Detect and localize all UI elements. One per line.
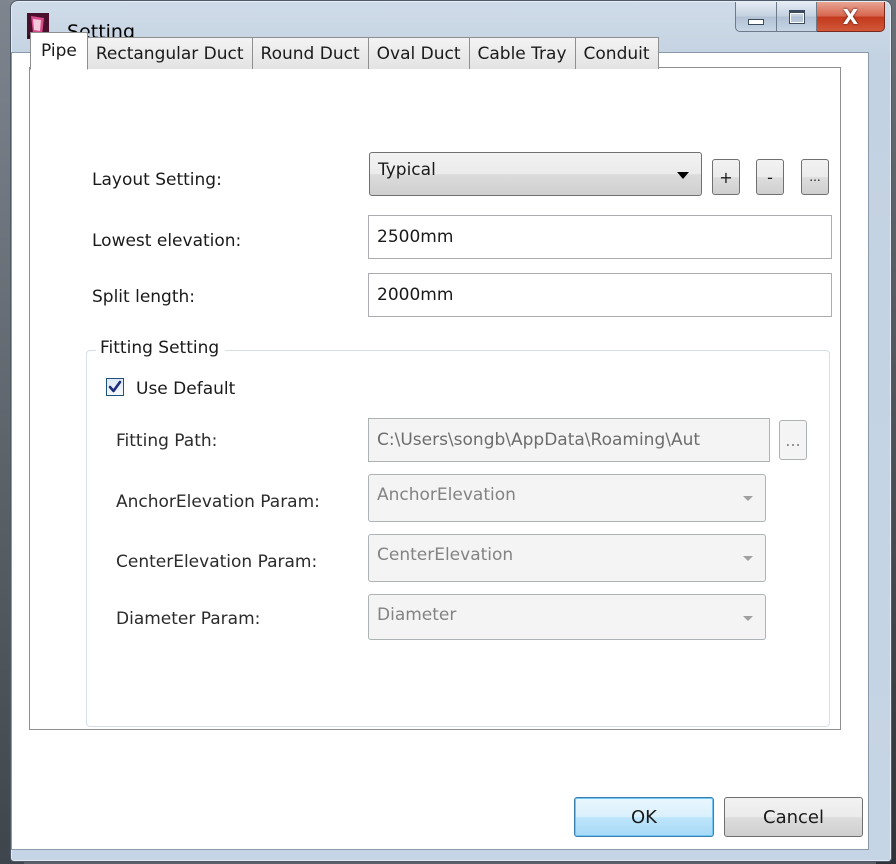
anchor-elevation-select[interactable]: AnchorElevation [368, 474, 766, 522]
checkmark-icon [108, 380, 122, 393]
add-layout-button[interactable]: + [712, 159, 740, 195]
minimize-button[interactable] [735, 2, 777, 32]
layout-setting-value: Typical [378, 160, 436, 180]
caption-buttons: X [735, 2, 885, 34]
maximize-icon [788, 9, 805, 24]
tab-cable-tray[interactable]: Cable Tray [468, 37, 576, 69]
cancel-button[interactable]: Cancel [724, 797, 863, 837]
center-elevation-label: CenterElevation Param: [116, 552, 318, 572]
diameter-label: Diameter Param: [116, 609, 261, 629]
chevron-down-icon [677, 172, 689, 179]
tab-strip: Pipe Rectangular Duct Round Duct Oval Du… [30, 32, 659, 70]
close-icon: X [842, 4, 859, 29]
lowest-elevation-input[interactable]: 2500mm [368, 215, 832, 259]
center-elevation-select[interactable]: CenterElevation [368, 534, 766, 582]
center-elevation-value: CenterElevation [377, 545, 514, 565]
chevron-down-icon [743, 496, 753, 501]
layout-setting-select[interactable]: Typical [369, 152, 702, 196]
lowest-elevation-label: Lowest elevation: [92, 231, 242, 251]
more-layout-button[interactable]: ... [801, 159, 829, 195]
chevron-down-icon [743, 556, 753, 561]
fitting-path-input[interactable]: C:\Users\songb\AppData\Roaming\Aut [368, 418, 770, 462]
diameter-value: Diameter [377, 605, 457, 625]
fitting-setting-title: Fitting Setting [96, 338, 226, 358]
remove-layout-button[interactable]: - [756, 159, 784, 195]
browse-fitting-path-button[interactable]: ... [779, 420, 807, 460]
tab-rectangular-duct[interactable]: Rectangular Duct [86, 37, 253, 69]
maximize-button[interactable] [777, 2, 817, 32]
tab-round-duct[interactable]: Round Duct [251, 37, 369, 69]
anchor-elevation-label: AnchorElevation Param: [116, 492, 320, 512]
layout-setting-label: Layout Setting: [92, 170, 222, 190]
anchor-elevation-value: AnchorElevation [377, 485, 516, 505]
minimize-icon [748, 18, 764, 25]
fitting-path-label: Fitting Path: [116, 431, 218, 451]
diameter-select[interactable]: Diameter [368, 594, 766, 640]
tab-pipe[interactable]: Pipe [30, 32, 88, 70]
use-default-checkbox[interactable] [106, 378, 124, 396]
use-default-label[interactable]: Use Default [136, 379, 235, 399]
ok-button[interactable]: OK [574, 797, 714, 837]
chevron-down-icon [743, 616, 753, 621]
split-length-label: Split length: [92, 287, 196, 307]
tab-oval-duct[interactable]: Oval Duct [367, 37, 470, 69]
tab-conduit[interactable]: Conduit [574, 37, 659, 69]
close-button[interactable]: X [817, 2, 885, 32]
split-length-input[interactable]: 2000mm [368, 273, 832, 317]
